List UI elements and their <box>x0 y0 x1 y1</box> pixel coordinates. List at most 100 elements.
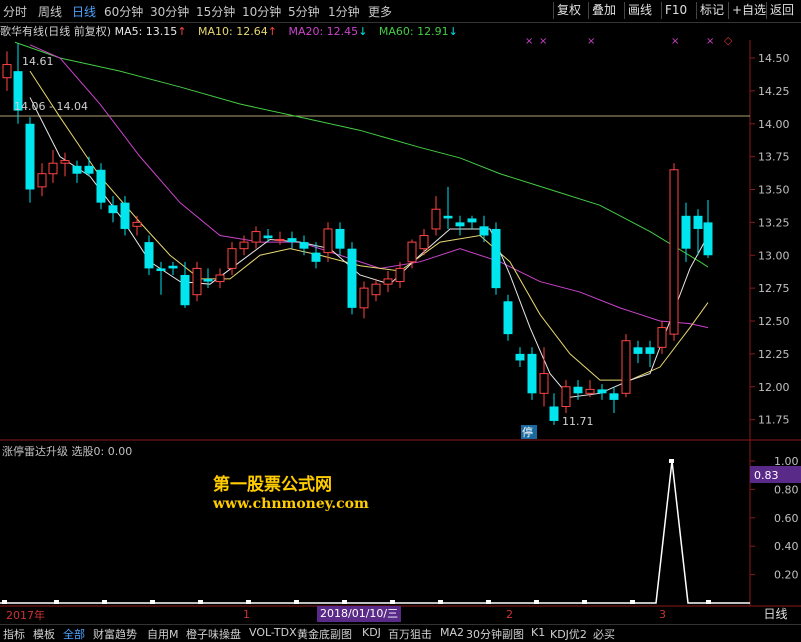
signal-x-icon: × <box>706 36 714 47</box>
candle-down <box>203 278 213 282</box>
mark-button[interactable]: 标记 <box>696 2 727 19</box>
time-marker-3: 3 <box>659 608 666 621</box>
period-60min[interactable]: 60分钟 <box>104 3 143 20</box>
ma60-line <box>14 41 709 268</box>
indicator-dots <box>2 459 711 604</box>
candle-down <box>467 218 477 223</box>
signal-x-icon: × <box>539 36 547 47</box>
indicator-dot <box>486 600 491 604</box>
watermark-url: www.chnmoney.com <box>213 496 369 512</box>
indicator-tick-label: 0.20 <box>774 569 799 582</box>
candle-down <box>703 222 713 256</box>
candle-down <box>84 165 94 174</box>
candle-up <box>561 386 571 407</box>
indicator-dot <box>706 600 711 604</box>
candle-up <box>48 162 58 175</box>
candle-down <box>549 406 559 421</box>
period-day-button[interactable]: 日线 <box>750 606 801 623</box>
candle-up <box>431 208 441 230</box>
candle-up <box>192 267 202 296</box>
fuquan-button[interactable]: 复权 <box>553 2 584 19</box>
candle-down <box>479 226 489 236</box>
candle-down <box>311 252 321 262</box>
price-tick-label: 14.50 <box>758 52 790 65</box>
candlesticks <box>2 43 713 425</box>
candle-up <box>132 221 142 227</box>
candle-down <box>335 228 345 249</box>
price-tick-label: 12.50 <box>758 315 790 328</box>
price-tick-label: 12.25 <box>758 348 790 361</box>
ma5-line <box>29 97 709 398</box>
signal-x-icon: × <box>525 36 533 47</box>
kline-chart[interactable]: 14.50 14.25 14.00 13.75 13.50 13.25 13.00 12.75… <box>0 22 801 624</box>
period-toolbar: 分时 周线 日线 60分钟 30分钟 15分钟 10分钟 5分钟 1分钟 更多 … <box>0 0 801 23</box>
indicator-dot <box>150 600 155 604</box>
candle-up <box>657 327 667 348</box>
date-flag: 2018/01/10/三 <box>317 606 402 622</box>
candle-up <box>359 287 369 309</box>
tab-k1[interactable]: K1 <box>531 626 545 639</box>
candle-up <box>251 231 261 243</box>
period-10min[interactable]: 10分钟 <box>242 3 281 20</box>
candle-up <box>239 241 249 250</box>
candle-up <box>419 235 429 250</box>
candle-down <box>72 165 82 174</box>
candle-down <box>96 169 106 203</box>
candle-down <box>597 389 607 394</box>
tab-kdj[interactable]: KDJ <box>362 626 381 639</box>
indicator-dot <box>438 600 443 604</box>
back-button[interactable]: 返回 <box>766 2 797 19</box>
period-15min[interactable]: 15分钟 <box>196 3 235 20</box>
indicator-dot <box>102 600 107 604</box>
indicator-value: 0.83 <box>754 469 779 482</box>
candle-down <box>108 205 118 214</box>
period-5min[interactable]: 5分钟 <box>288 3 320 20</box>
price-tick-label: 12.00 <box>758 381 790 394</box>
candle-down <box>180 274 190 306</box>
period-day[interactable]: 日线 <box>72 3 96 20</box>
candle-down <box>287 238 297 243</box>
time-marker-1: 1 <box>243 608 250 621</box>
draw-button[interactable]: 画线 <box>624 2 655 19</box>
period-more[interactable]: 更多 <box>368 3 392 20</box>
candle-up <box>275 238 285 241</box>
period-week[interactable]: 周线 <box>38 3 62 20</box>
price-tick-label: 12.75 <box>758 282 790 295</box>
add-watchlist-button[interactable]: +自选 <box>728 2 769 19</box>
candle-down <box>573 386 583 394</box>
diamond-icon: ◇ <box>724 34 733 47</box>
candle-up <box>227 248 237 269</box>
indicator-tick-label: 0.60 <box>774 512 799 525</box>
candle-up <box>669 169 679 335</box>
period-1min[interactable]: 1分钟 <box>328 3 360 20</box>
tab-ma2[interactable]: MA2 <box>440 626 464 639</box>
candle-down <box>443 215 453 219</box>
candle-up <box>407 241 417 263</box>
indicator-dot <box>246 600 251 604</box>
signal-x-icon: × <box>587 36 595 47</box>
signal-x-icon: × <box>671 36 679 47</box>
indicator-tabs: 指标 模板 全部 财富趋势 自用M 橙子味操盘 VOL-TDX 黄金底副图 KD… <box>0 624 801 641</box>
candle-up <box>621 340 631 394</box>
high-annotation: 14.61 <box>22 55 54 68</box>
period-30min[interactable]: 30分钟 <box>150 3 189 20</box>
candle-down <box>527 353 537 394</box>
candle-down <box>144 242 154 269</box>
candle-up <box>395 267 405 283</box>
time-marker-2: 2 <box>506 608 513 621</box>
period-fenshi[interactable]: 分时 <box>3 3 27 20</box>
tab-vol-tdx[interactable]: VOL-TDX <box>249 626 297 639</box>
indicator-dot <box>630 600 635 604</box>
halt-mark: 停 <box>522 425 533 439</box>
overlay-button[interactable]: 叠加 <box>588 2 619 19</box>
candle-down <box>681 215 691 249</box>
indicator-label: 涨停雷达升级 选股0: 0.00 <box>2 445 133 458</box>
f10-button[interactable]: F10 <box>661 2 690 19</box>
price-axis: 14.50 14.25 14.00 13.75 13.50 13.25 13.00 12.75… <box>750 52 790 427</box>
candle-up <box>2 64 12 79</box>
indicator-dot <box>54 600 59 604</box>
candle-up <box>37 173 47 188</box>
candle-up <box>383 278 393 285</box>
indicator-dot <box>198 600 203 604</box>
indicator-dot <box>2 600 7 604</box>
